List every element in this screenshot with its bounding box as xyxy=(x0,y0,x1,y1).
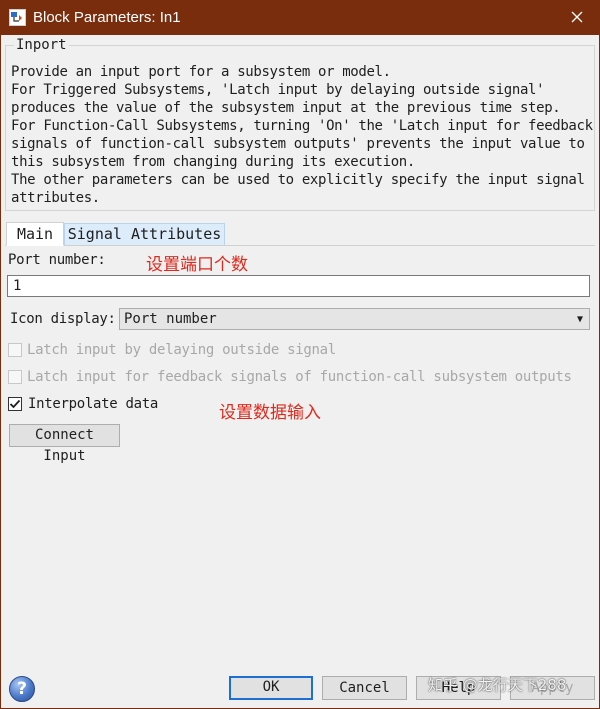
latch-feedback-label: Latch input for feedback signals of func… xyxy=(27,369,572,385)
ok-button[interactable]: OK xyxy=(229,676,313,700)
block-description: Provide an input port for a subsystem or… xyxy=(11,64,593,206)
close-icon xyxy=(571,10,583,26)
connect-input-button[interactable]: Connect Input xyxy=(9,424,120,464)
icon-display-select[interactable]: Port number ▼ xyxy=(119,308,590,330)
tab-signal-attributes[interactable]: Signal Attributes xyxy=(64,223,225,245)
help-icon[interactable]: ? xyxy=(9,676,35,702)
help-button[interactable]: Help xyxy=(416,676,501,700)
latch-delay-checkbox[interactable] xyxy=(8,343,22,357)
window-title: Block Parameters: In1 xyxy=(33,9,181,26)
port-number-input[interactable]: 1 xyxy=(7,275,590,297)
icon-display-label: Icon display: xyxy=(10,311,116,327)
checkmark-icon xyxy=(9,399,21,409)
port-number-annotation: 设置端口个数 xyxy=(146,255,248,275)
tab-strip-divider xyxy=(5,245,595,246)
title-bar: Block Parameters: In1 xyxy=(0,0,600,35)
port-number-label: Port number: xyxy=(8,252,106,268)
apply-button[interactable]: Apply xyxy=(510,676,595,700)
latch-delay-label: Latch input by delaying outside signal xyxy=(27,342,336,358)
group-legend: Inport xyxy=(14,37,69,53)
dropdown-arrow-icon: ▼ xyxy=(576,314,583,325)
interpolate-checkbox[interactable] xyxy=(8,397,22,411)
icon-display-value: Port number xyxy=(124,311,217,327)
interpolate-annotation: 设置数据输入 xyxy=(219,403,321,423)
close-button[interactable] xyxy=(554,0,600,35)
interpolate-label: Interpolate data xyxy=(28,396,159,412)
simulink-app-icon xyxy=(9,9,26,26)
latch-feedback-checkbox[interactable] xyxy=(8,370,22,384)
cancel-button[interactable]: Cancel xyxy=(322,676,407,700)
tab-main[interactable]: Main xyxy=(6,222,64,246)
